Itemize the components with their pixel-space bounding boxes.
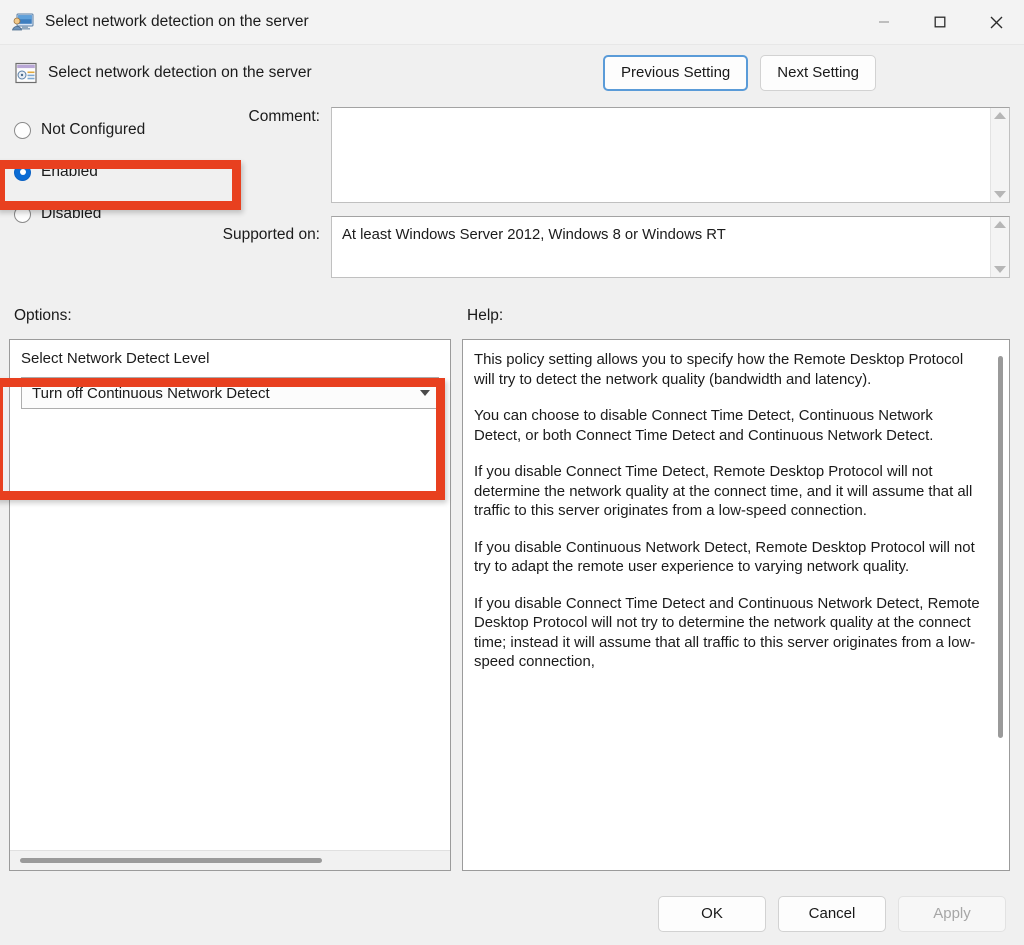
scrollbar-thumb[interactable]: [998, 356, 1003, 738]
group-policy-setting-dialog: Select network detection on the server S…: [0, 0, 1024, 945]
scroll-down-icon[interactable]: [994, 191, 1006, 198]
comment-row: Comment:: [195, 107, 1010, 203]
minimize-button[interactable]: [856, 0, 912, 44]
setting-title: Select network detection on the server: [48, 64, 312, 81]
options-horizontal-scrollbar[interactable]: [10, 850, 450, 870]
radio-label: Disabled: [41, 205, 102, 222]
apply-button: Apply: [898, 896, 1006, 932]
previous-setting-button[interactable]: Previous Setting: [603, 55, 749, 91]
radio-circle-icon: [14, 121, 31, 139]
metadata-fields: Comment: Supported on: At least Windows …: [195, 101, 1010, 293]
policy-setting-icon: [13, 60, 39, 86]
supported-on-value: At least Windows Server 2012, Windows 8 …: [342, 227, 726, 243]
supported-on-label: Supported on:: [222, 226, 320, 243]
maximize-button[interactable]: [912, 0, 968, 44]
radio-circle-selected-icon: [14, 163, 31, 181]
dropdown-selected-value: Turn off Continuous Network Detect: [32, 384, 270, 402]
comment-textbox[interactable]: [331, 107, 1010, 203]
radio-disabled[interactable]: Disabled: [14, 193, 195, 235]
title-bar: Select network detection on the server: [0, 0, 1024, 45]
remote-desktop-icon: [11, 10, 35, 34]
options-content: Select Network Detect Level Turn off Con…: [10, 340, 450, 850]
setting-header: Select network detection on the server P…: [0, 45, 1024, 101]
radio-circle-icon: [14, 205, 31, 223]
scroll-down-icon[interactable]: [994, 266, 1006, 273]
options-label: Options:: [14, 307, 72, 324]
pane-labels: Options: Help:: [0, 293, 1024, 339]
setting-navigation: Previous Setting Next Setting: [603, 55, 876, 91]
scroll-up-icon[interactable]: [994, 112, 1006, 119]
help-pane: This policy setting allows you to specif…: [462, 339, 1010, 871]
window-title: Select network detection on the server: [45, 13, 309, 30]
radio-not-configured[interactable]: Not Configured: [14, 109, 195, 151]
select-network-detect-level-label: Select Network Detect Level: [21, 350, 210, 367]
comment-label: Comment:: [248, 108, 321, 125]
close-button[interactable]: [968, 0, 1024, 44]
ok-button[interactable]: OK: [658, 896, 766, 932]
radio-enabled[interactable]: Enabled: [14, 151, 195, 193]
chevron-down-icon[interactable]: [412, 390, 438, 396]
network-detect-level-dropdown[interactable]: Turn off Continuous Network Detect: [21, 377, 439, 409]
help-paragraph: If you disable Connect Time Detect and C…: [474, 595, 980, 671]
policy-state-radio-group: Not Configured Enabled Disabled: [0, 101, 195, 293]
help-vertical-scrollbar[interactable]: [992, 340, 1009, 870]
next-setting-button[interactable]: Next Setting: [760, 55, 876, 91]
supported-on-row: Supported on: At least Windows Server 20…: [195, 216, 1010, 278]
window-controls: [856, 0, 1024, 44]
radio-label: Enabled: [41, 163, 98, 180]
supported-on-scrollbar[interactable]: [990, 217, 1009, 277]
help-paragraph: If you disable Connect Time Detect, Remo…: [474, 464, 973, 520]
comment-scrollbar[interactable]: [990, 108, 1009, 202]
scrollbar-thumb[interactable]: [20, 858, 323, 863]
cancel-button[interactable]: Cancel: [778, 896, 886, 932]
dialog-footer: OK Cancel Apply: [0, 883, 1024, 945]
comment-value[interactable]: [332, 108, 990, 202]
state-and-metadata-section: Not Configured Enabled Disabled Comment:: [0, 101, 1024, 293]
help-label: Help:: [467, 307, 504, 324]
supported-on-textbox: At least Windows Server 2012, Windows 8 …: [331, 216, 1010, 278]
scroll-up-icon[interactable]: [994, 221, 1006, 228]
help-text-content: This policy setting allows you to specif…: [463, 340, 992, 870]
help-paragraph: This policy setting allows you to specif…: [474, 352, 964, 388]
options-pane: Select Network Detect Level Turn off Con…: [9, 339, 451, 871]
help-paragraph: If you disable Continuous Network Detect…: [474, 539, 975, 576]
radio-label: Not Configured: [41, 121, 146, 138]
help-paragraph: You can choose to disable Connect Time D…: [474, 408, 934, 444]
panes-container: Select Network Detect Level Turn off Con…: [0, 339, 1024, 883]
